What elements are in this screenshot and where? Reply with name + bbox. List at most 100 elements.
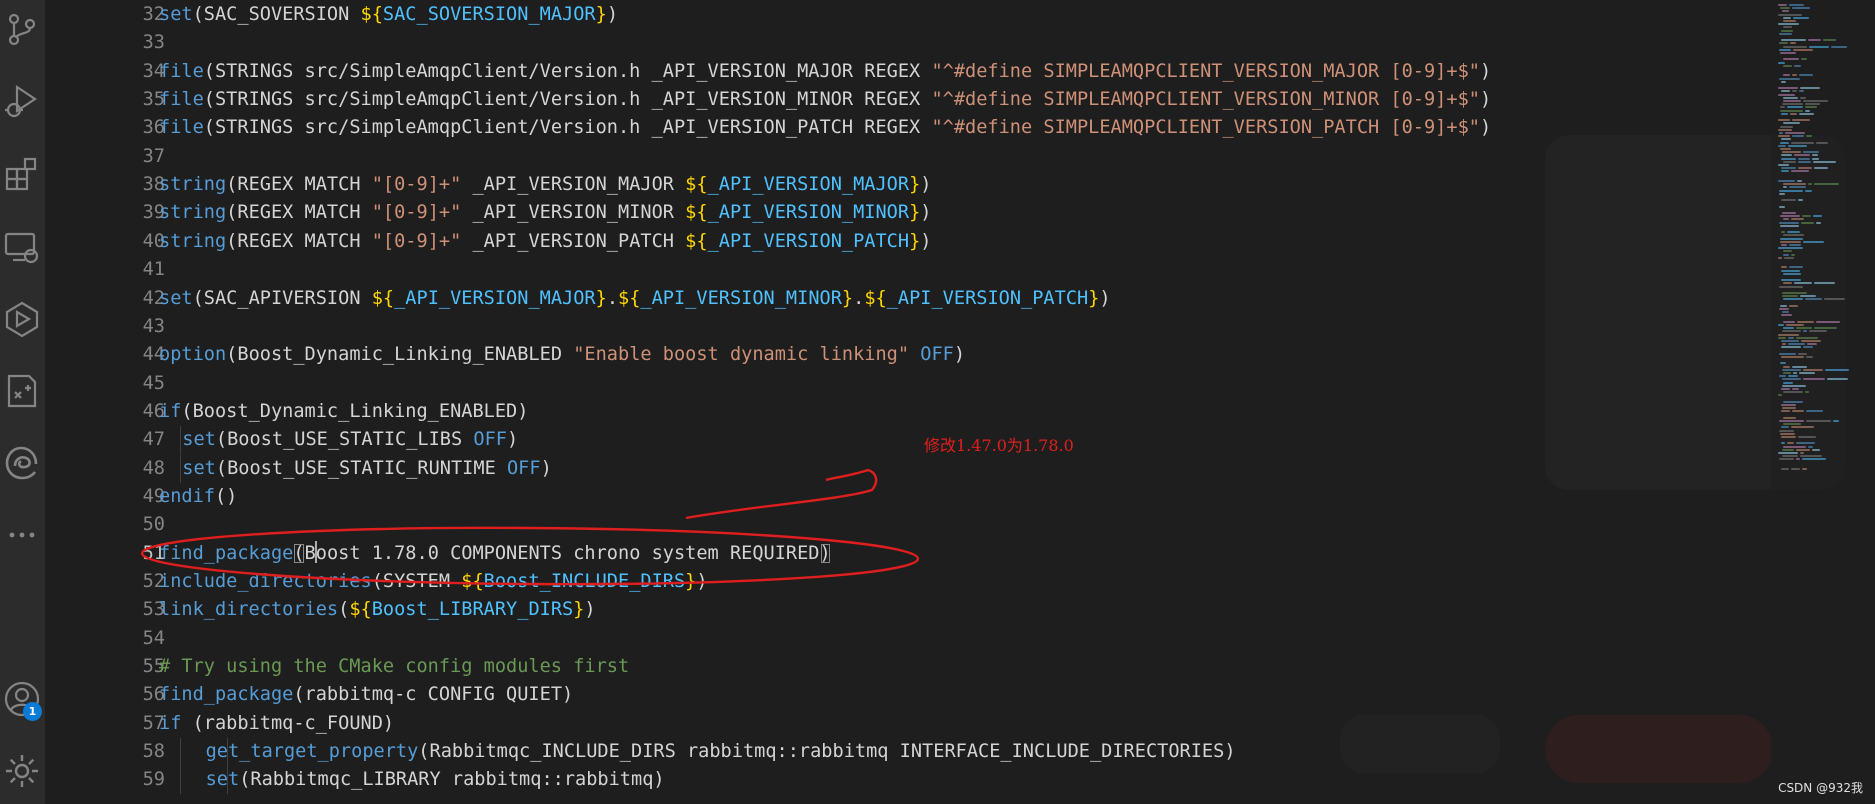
- extensions-icon[interactable]: [3, 155, 41, 193]
- minimap-line: [1781, 90, 1790, 93]
- minimap-line: [1806, 135, 1812, 138]
- code-line[interactable]: 52 include_directories(SYSTEM ${Boost_INC…: [45, 568, 1745, 596]
- minimap-line: [1796, 327, 1812, 330]
- code-line[interactable]: 32 set(SAC_SOVERSION ${SAC_SOVERSION_MAJO…: [45, 1, 1745, 29]
- code-line[interactable]: 55 # Try using the CMake config modules f…: [45, 653, 1745, 681]
- code-line[interactable]: 42 set(SAC_APIVERSION ${_API_VERSION_MAJO…: [45, 285, 1745, 313]
- code-line[interactable]: 58 get_target_property(Rabbitmqc_INCLUDE_…: [45, 738, 1745, 767]
- code-token: ): [1479, 60, 1492, 82]
- code-line[interactable]: 56 find_package(rabbitmq-c CONFIG QUIET): [45, 681, 1745, 709]
- code-line[interactable]: 34 file(STRINGS src/SimpleAmqpClient/Vers…: [45, 58, 1745, 86]
- code-line[interactable]: 35 file(STRINGS src/SimpleAmqpClient/Vers…: [45, 86, 1745, 114]
- minimap-line: [1792, 74, 1797, 77]
- minimap-line: [1803, 240, 1824, 243]
- code-token: OFF: [473, 429, 507, 451]
- code-token: ): [517, 400, 529, 422]
- minimap-line: [1779, 308, 1789, 310]
- code-text: file(STRINGS src/SimpleAmqpClient/Versio…: [159, 58, 1491, 86]
- code-token: STRINGS src/SimpleAmqpClient/Version.h _…: [214, 117, 932, 139]
- code-token: _API_VERSION_PATCH: [886, 287, 1089, 309]
- line-number: 40: [142, 230, 165, 252]
- code-line[interactable]: 51 find_package(Boost 1.78.0 COMPONENTS c…: [45, 540, 1745, 568]
- code-line[interactable]: 38 string(REGEX MATCH "[0-9]+" _API_VERSI…: [45, 171, 1745, 199]
- minimap-line: [1781, 39, 1806, 42]
- minimap-line: [1798, 352, 1807, 355]
- minimap-line: [1783, 160, 1796, 163]
- minimap-line: [1783, 183, 1806, 186]
- code-token: ): [1224, 741, 1236, 763]
- minimap-line: [1779, 132, 1783, 134]
- minimap-line: [1805, 103, 1820, 106]
- line-number: 55: [142, 656, 165, 678]
- code-editor[interactable]: 32 set(SAC_SOVERSION ${SAC_SOVERSION_MAJO…: [45, 0, 1770, 804]
- code-token: Boost_USE_STATIC_LIBS: [227, 429, 474, 451]
- code-token: ${: [461, 571, 484, 592]
- settings-icon[interactable]: [3, 752, 41, 790]
- code-line[interactable]: 36 file(STRINGS src/SimpleAmqpClient/Vers…: [45, 114, 1745, 142]
- run-debug-icon[interactable]: [3, 82, 41, 120]
- test-icon[interactable]: [3, 372, 41, 410]
- code-line[interactable]: 37: [45, 143, 1745, 171]
- code-line[interactable]: 40 string(REGEX MATCH "[0-9]+" _API_VERSI…: [45, 228, 1745, 256]
- code-token: }: [595, 4, 607, 25]
- minimap-line: [1780, 106, 1785, 109]
- code-token: (: [226, 174, 238, 196]
- minimap-line: [1783, 26, 1792, 29]
- code-token: _API_VERSION_MAJOR: [394, 287, 596, 309]
- minimap-line: [1806, 356, 1813, 358]
- minimap-line: [1783, 445, 1806, 448]
- more-icon[interactable]: [3, 516, 41, 554]
- code-line[interactable]: 54: [45, 625, 1745, 653]
- code-line[interactable]: 46 if(Boost_Dynamic_Linking_ENABLED): [45, 398, 1745, 426]
- minimap[interactable]: [1770, 0, 1875, 804]
- code-token: }: [685, 571, 697, 592]
- code-line[interactable]: 48 set(Boost_USE_STATIC_RUNTIME OFF): [45, 454, 1745, 483]
- code-token: OFF: [920, 344, 954, 366]
- code-token: ): [540, 457, 552, 479]
- line-number: 48: [142, 457, 165, 479]
- code-line[interactable]: 43: [45, 313, 1745, 341]
- minimap-line: [1825, 368, 1849, 371]
- code-token: if: [159, 712, 182, 734]
- code-text: find_package(Boost 1.78.0 COMPONENTS chr…: [159, 540, 831, 568]
- minimap-line: [1803, 100, 1828, 102]
- edge-icon[interactable]: [3, 444, 41, 482]
- code-line[interactable]: 41: [45, 256, 1745, 284]
- code-line[interactable]: 45: [45, 370, 1745, 398]
- minimap-line: [1800, 96, 1806, 99]
- minimap-line: [1823, 39, 1836, 42]
- minimap-line: [1800, 455, 1822, 458]
- code-line[interactable]: 59 set(Rabbitmqc_LIBRARY rabbitmq::rabbit…: [45, 766, 1745, 795]
- code-token: set: [159, 4, 193, 25]
- code-line[interactable]: 49 endif(): [45, 483, 1745, 511]
- code-line[interactable]: 57 if (rabbitmq-c_FOUND): [45, 710, 1745, 738]
- code-text: file(STRINGS src/SimpleAmqpClient/Versio…: [159, 114, 1491, 142]
- cmake-icon[interactable]: [3, 300, 41, 338]
- code-text: include_directories(SYSTEM ${Boost_INCLU…: [159, 568, 708, 596]
- code-line[interactable]: 50: [45, 511, 1745, 539]
- minimap-line: [1780, 240, 1801, 243]
- minimap-line: [1779, 32, 1792, 35]
- remote-explorer-icon[interactable]: [3, 228, 41, 266]
- minimap-line: [1803, 151, 1819, 154]
- minimap-line: [1781, 314, 1792, 317]
- code-token: rabbitmq-c_FOUND: [203, 712, 383, 734]
- code-line[interactable]: 44 option(Boost_Dynamic_Linking_ENABLED "…: [45, 341, 1745, 369]
- minimap-line: [1782, 10, 1789, 13]
- code-line[interactable]: 53 link_directories(${Boost_LIBRARY_DIRS}…: [45, 596, 1745, 624]
- code-token: (: [203, 60, 215, 82]
- code-token: file: [159, 60, 204, 82]
- code-line[interactable]: 39 string(REGEX MATCH "[0-9]+" _API_VERSI…: [45, 199, 1745, 227]
- code-token: set: [205, 769, 240, 791]
- minimap-line: [1827, 378, 1848, 381]
- minimap-line: [1778, 336, 1786, 339]
- code-line[interactable]: 47 set(Boost_USE_STATIC_LIBS OFF): [45, 426, 1745, 455]
- code-token: ): [653, 769, 665, 791]
- code-line[interactable]: 33: [45, 29, 1745, 57]
- minimap-line: [1778, 61, 1785, 64]
- minimap-line: [1789, 244, 1801, 246]
- code-token: (: [226, 344, 238, 366]
- source-control-icon[interactable]: [3, 10, 41, 48]
- code-token: ): [606, 4, 619, 25]
- minimap-line: [1814, 167, 1828, 170]
